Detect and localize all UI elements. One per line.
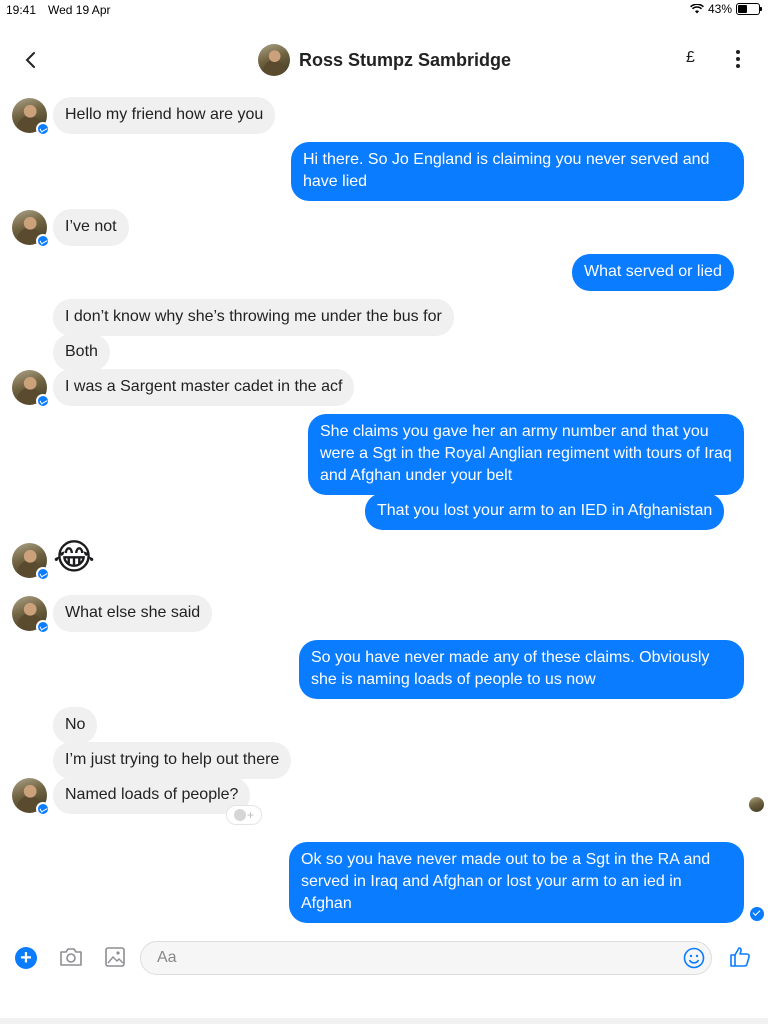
plus-icon: + — [246, 808, 254, 822]
message-input-container — [140, 941, 712, 975]
message-bubble-incoming[interactable]: No — [53, 707, 98, 744]
messenger-badge-icon — [36, 802, 50, 816]
sender-avatar — [12, 98, 50, 136]
message-bubble-incoming[interactable]: Hello my friend how are you — [53, 97, 276, 134]
gallery-icon[interactable] — [104, 946, 126, 968]
wifi-icon — [690, 4, 704, 14]
messenger-badge-icon — [36, 394, 50, 408]
message-bubble-outgoing[interactable]: She claims you gave her an army number a… — [308, 414, 744, 495]
smiley-icon — [233, 809, 246, 821]
sender-avatar — [12, 210, 50, 248]
messenger-badge-icon — [36, 122, 50, 136]
add-reaction-button[interactable]: + — [227, 806, 261, 824]
sender-avatar — [12, 543, 50, 581]
message-input[interactable] — [155, 948, 659, 968]
message-bubble-outgoing[interactable]: So you have never made any of these clai… — [299, 640, 744, 699]
message-bubble-incoming[interactable]: Both — [53, 334, 110, 371]
message-composer: + — [0, 940, 768, 980]
status-date: Wed 19 Apr — [48, 3, 111, 17]
battery-percent: 43% — [707, 2, 732, 16]
contact-avatar — [258, 44, 290, 76]
contact-profile-link[interactable]: Ross Stumpz Sambridge — [258, 44, 511, 76]
messenger-badge-icon — [36, 567, 50, 581]
chevron-left-icon — [25, 52, 35, 68]
message-bubble-outgoing[interactable]: Ok so you have never made out to be a Sg… — [289, 842, 744, 923]
battery-icon — [736, 3, 762, 15]
thumbs-up-icon[interactable] — [728, 945, 752, 969]
emoji-smiley-icon[interactable] — [683, 947, 705, 969]
status-time: 19:41 — [6, 3, 37, 17]
sender-avatar — [12, 778, 50, 816]
message-bubble-incoming[interactable]: What else she said — [53, 595, 213, 632]
dot-icon — [736, 50, 740, 54]
message-bubble-incoming[interactable]: I’ve not — [53, 209, 129, 246]
message-bubble-incoming[interactable]: I was a Sargent master cadet in the acf — [53, 369, 355, 406]
plus-button[interactable]: + — [15, 947, 37, 969]
sender-avatar — [12, 596, 50, 634]
message-bubble-outgoing[interactable]: That you lost your arm to an IED in Afgh… — [365, 493, 725, 530]
more-options-button[interactable] — [728, 48, 748, 70]
send-money-button[interactable]: £ — [686, 49, 695, 67]
message-bubble-incoming[interactable]: I don’t know why she’s throwing me under… — [53, 299, 454, 336]
emoji-message[interactable]: 😂 — [53, 537, 95, 577]
sender-avatar — [12, 370, 50, 408]
camera-icon[interactable] — [58, 946, 84, 968]
message-bubble-outgoing[interactable]: Hi there. So Jo England is claiming you … — [291, 142, 744, 201]
chat-header: Ross Stumpz Sambridge £ — [0, 40, 768, 84]
message-bubble-outgoing[interactable]: What served or lied — [572, 254, 734, 291]
status-right: 43% — [690, 2, 762, 16]
read-receipt-avatar — [749, 797, 764, 812]
back-button[interactable] — [16, 46, 44, 74]
status-bar: 19:41 Wed 19 Apr 43% — [0, 0, 768, 20]
dot-icon — [736, 57, 740, 61]
contact-name: Ross Stumpz Sambridge — [299, 49, 512, 70]
dot-icon — [736, 64, 740, 68]
message-bubble-incoming[interactable]: Named loads of people? — [53, 777, 251, 814]
message-bubble-incoming[interactable]: I’m just trying to help out there — [53, 742, 292, 779]
delivered-check-icon — [750, 907, 764, 921]
messenger-badge-icon — [36, 620, 50, 634]
messenger-badge-icon — [36, 234, 50, 248]
home-indicator — [0, 1018, 768, 1024]
